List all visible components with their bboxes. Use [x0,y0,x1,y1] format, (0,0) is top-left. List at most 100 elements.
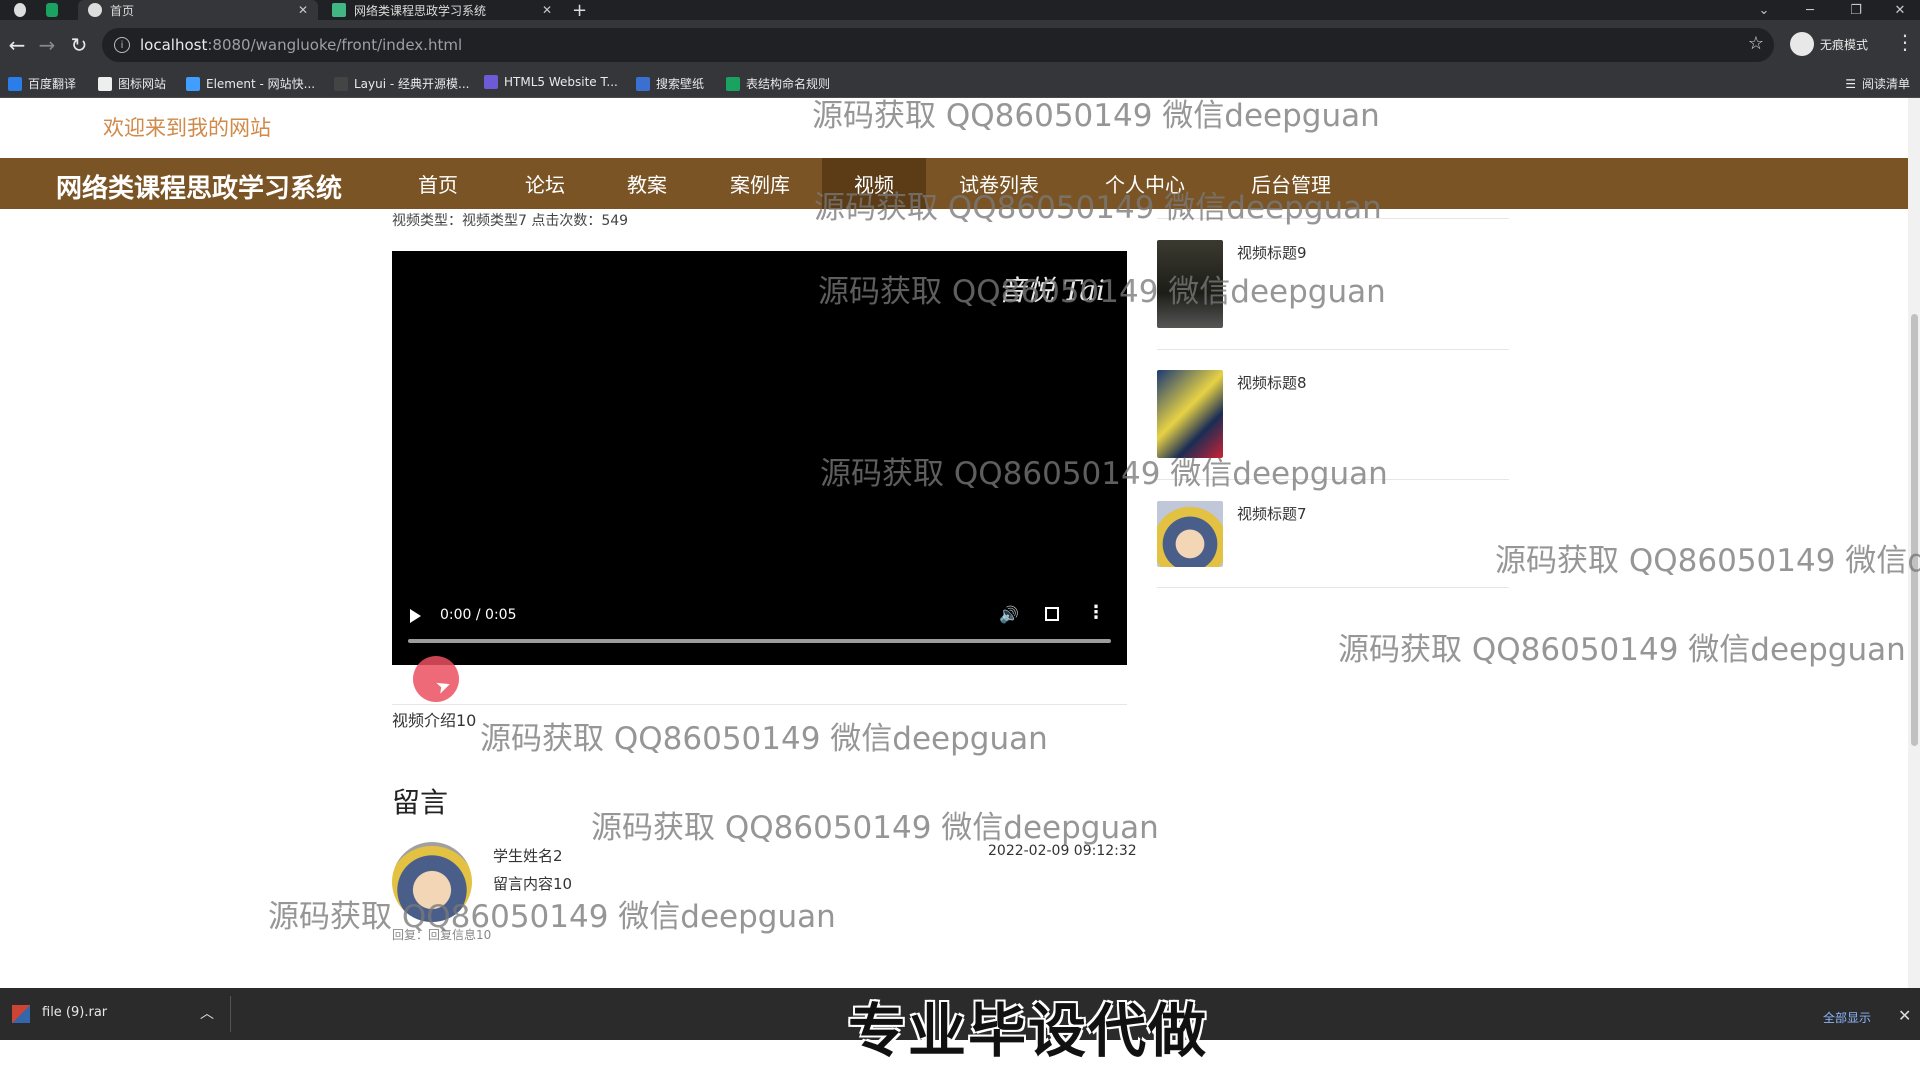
omnibox[interactable]: i localhost:8080/wangluoke/front/index.h… [102,28,1774,62]
comment-author: 学生姓名2 [493,847,563,865]
divider [392,704,1127,705]
tab-search-icon[interactable]: ⌄ [1744,0,1784,20]
incognito-icon [1790,32,1814,56]
bookmark-label: Element - 网站快... [206,77,316,91]
bookmark-item[interactable]: 百度翻译 [8,75,76,92]
related-title[interactable]: 视频标题7 [1237,503,1307,524]
tab-pinned-2[interactable] [36,0,66,20]
globe-icon [88,3,102,17]
close-icon[interactable]: ✕ [298,3,308,17]
incognito-indicator[interactable]: 无痕模式 [1790,32,1868,56]
globe-icon [14,3,26,17]
download-file[interactable]: file (9).rar [42,1005,107,1020]
archive-icon [12,1005,30,1023]
vue-icon [332,3,346,17]
flag-icon [98,76,112,91]
bookmark-label: 图标网站 [118,77,167,91]
bookmark-star-icon[interactable]: ☆ [1748,33,1764,54]
tab-title: 首页 [110,3,135,18]
reading-list-icon: ☰ [1845,76,1856,91]
bookmark-item[interactable]: Element - 网站快... [186,75,315,92]
translate-icon [8,76,22,91]
watermark: 源码获取 QQ86050149 微信deepguan [1495,543,1920,579]
tab-pinned-1[interactable] [4,0,34,20]
html5-icon [484,75,498,89]
incognito-label: 无痕模式 [1820,37,1869,52]
overlay-caption: 专业毕设代做 [848,997,1209,1065]
watermark: 源码获取 QQ86050149 微信deepguan [480,721,1048,757]
show-all-downloads[interactable]: 全部显示 [1823,1009,1871,1026]
browser-menu-icon[interactable]: ⋮ [1895,30,1915,54]
reading-list-label: 阅读清单 [1861,77,1910,91]
back-icon[interactable]: ← [2,30,32,60]
welcome-text: 欢迎来到我的网站 [103,116,271,140]
layui-icon [334,76,348,91]
nav-home[interactable]: 首页 [398,158,478,209]
reload-icon[interactable]: ↻ [64,30,94,60]
seek-bar[interactable] [408,639,1111,643]
minimize-icon[interactable]: ─ [1790,0,1830,20]
bookmark-label: 百度翻译 [28,77,77,91]
chevron-up-icon[interactable]: ︿ [200,1003,214,1023]
url-path: :8080/wangluoke/front/index.html [207,36,463,54]
reading-list[interactable]: ☰ 阅读清单 [1845,75,1910,92]
tab-site[interactable]: 网络类课程思政学习系统 ✕ [322,0,562,20]
watermark: 源码获取 QQ86050149 微信deepguan [1338,632,1906,668]
related-title[interactable]: 视频标题9 [1237,242,1307,263]
sheet-icon [726,76,740,91]
watermark: 源码获取 QQ86050149 微信deepguan [268,899,836,935]
watermark: 源码获取 QQ86050149 微信deepguan [814,190,1382,226]
related-thumbnail[interactable] [1157,501,1223,567]
play-icon[interactable] [410,609,421,623]
video-time: 0:00 / 0:05 [440,607,517,623]
video-meta: 视频类型：视频类型7 点击次数：549 [392,213,629,229]
url-text[interactable]: localhost:8080/wangluoke/front/index.htm… [140,36,462,54]
new-tab-button[interactable]: + [572,0,596,21]
bookmark-item[interactable]: HTML5 Website T... [484,75,618,89]
bookmark-item[interactable]: Layui - 经典开源模... [334,75,469,92]
browser-tab-strip: 首页 ✕ 网络类课程思政学习系统 ✕ + ⌄ ─ ❐ ✕ [0,0,1920,21]
tab-title: 网络类课程思政学习系统 [354,3,487,18]
close-icon[interactable]: ✕ [1898,1006,1911,1025]
info-icon[interactable]: i [114,37,130,53]
bookmark-label: Layui - 经典开源模... [354,77,470,91]
watermark: 源码获取 QQ86050149 微信deepguan [818,274,1386,310]
restore-icon[interactable]: ❐ [1836,0,1876,20]
watermark: 源码获取 QQ86050149 微信deepguan [591,810,1159,846]
bookmarks-bar: 百度翻译 图标网站 Element - 网站快... Layui - 经典开源模… [0,70,1920,98]
bookmark-label: 表结构命名规则 [746,77,831,91]
bookmark-item[interactable]: 表结构命名规则 [726,75,830,92]
comments-heading: 留言 [392,786,449,819]
bookmark-label: 搜索壁纸 [656,77,705,91]
address-bar-row: ← → ↻ i localhost:8080/wangluoke/front/i… [0,20,1920,70]
close-icon[interactable]: ✕ [542,3,552,17]
page-content: 欢迎来到我的网站 网络类课程思政学习系统 首页 论坛 教案 案例库 视频 试卷列… [0,98,1920,988]
scrollbar-thumb[interactable] [1911,314,1918,746]
fullscreen-icon[interactable] [1045,607,1059,621]
tab-home[interactable]: 首页 ✕ [78,0,318,20]
window-close-icon[interactable]: ✕ [1880,0,1920,20]
sheet-icon [46,3,58,17]
watermark: 源码获取 QQ86050149 微信deepguan [820,456,1388,492]
divider [1157,349,1509,350]
divider [230,996,231,1032]
site-title[interactable]: 网络类课程思政学习系统 [56,168,342,205]
element-icon [186,76,200,91]
volume-icon[interactable]: 🔊 [999,605,1019,624]
nav-forum[interactable]: 论坛 [505,158,585,209]
bookmark-item[interactable]: 搜索壁纸 [636,75,704,92]
divider [1157,587,1509,588]
wallpaper-icon [636,76,650,91]
bookmark-item[interactable]: 图标网站 [98,75,166,92]
url-host: localhost [140,36,208,54]
bookmark-label: HTML5 Website T... [504,75,618,89]
nav-lesson-plans[interactable]: 教案 [607,158,687,209]
watermark: 源码获取 QQ86050149 微信deepguan [812,98,1380,134]
more-options-icon[interactable]: ⋮ [1087,602,1105,623]
forward-icon[interactable]: → [32,30,62,60]
related-thumbnail[interactable] [1157,370,1223,458]
related-title[interactable]: 视频标题8 [1237,372,1307,393]
nav-case-library[interactable]: 案例库 [710,158,810,209]
video-controls: 0:00 / 0:05 🔊 ⋮ [392,595,1127,665]
video-intro: 视频介绍10 [392,711,477,730]
